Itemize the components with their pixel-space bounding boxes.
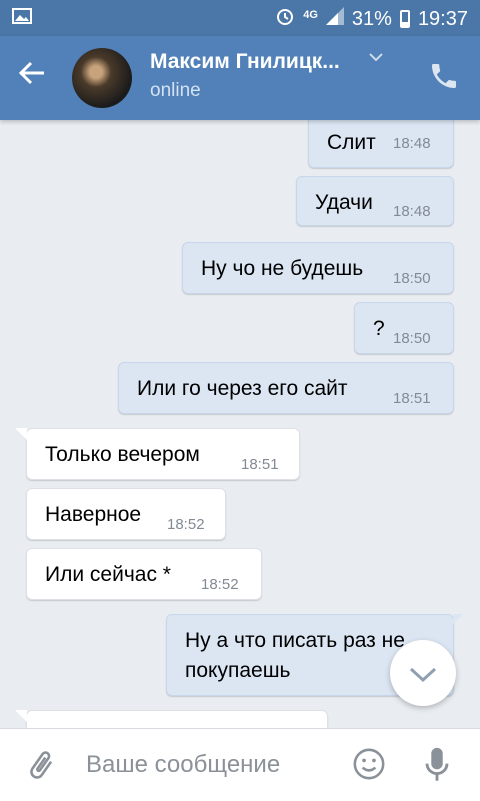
message-text-line2: покупаешь	[185, 659, 291, 682]
scroll-down-button[interactable]	[390, 640, 456, 706]
message-text: Слит	[327, 131, 376, 154]
smiley-icon[interactable]	[352, 747, 386, 781]
status-bar: 4G 31% 19:37	[0, 0, 480, 36]
message-text: Ну а что писать раз не	[185, 629, 405, 652]
paperclip-icon[interactable]	[24, 747, 58, 783]
message-time: 18:51	[393, 390, 431, 407]
battery-percent: 31%	[351, 7, 392, 30]
message-input[interactable]: Ваше сообщение	[86, 751, 280, 779]
message-outgoing[interactable]: Удачи 18:48	[296, 176, 454, 226]
microphone-icon[interactable]	[422, 745, 452, 785]
message-time: 18:48	[393, 135, 431, 152]
message-outgoing[interactable]: ? 18:50	[354, 302, 454, 354]
message-time: 18:48	[393, 203, 431, 220]
clock: 19:37	[417, 7, 468, 30]
message-text: Только вечером	[45, 443, 200, 466]
message-text: Наверное	[45, 503, 142, 526]
chat-header: Максим Гнилицк... online	[0, 36, 480, 120]
message-outgoing[interactable]: Ну чо не будешь 18:50	[182, 242, 454, 294]
message-incoming[interactable]: Только вечером 18:51	[15, 428, 300, 480]
message-incoming[interactable]: Или сейчас * 18:52	[26, 548, 262, 600]
network-type: 4G	[303, 9, 318, 21]
message-text: ?	[373, 317, 385, 340]
message-composer: Ваше сообщение	[0, 728, 480, 801]
avatar[interactable]	[72, 48, 132, 108]
message-list[interactable]: Слит 18:48 Удачи 18:48 Ну чо не будешь 1…	[0, 120, 480, 728]
message-outgoing[interactable]: Или го через его сайт 18:51	[118, 362, 454, 414]
message-time: 18:51	[241, 456, 279, 473]
message-time: 18:50	[393, 330, 431, 347]
message-text: Или го через его сайт	[137, 377, 348, 400]
message-time: 18:52	[167, 516, 205, 533]
message-text: Или сейчас *	[45, 563, 171, 586]
message-text: Ну чо не будешь	[201, 257, 364, 280]
message-time: 18:52	[201, 576, 239, 593]
message-incoming[interactable]	[15, 710, 328, 728]
chevron-down-icon	[409, 667, 437, 683]
contact-status: online	[150, 80, 201, 101]
message-outgoing[interactable]: Слит 18:48	[308, 120, 454, 168]
alarm-icon	[275, 6, 295, 32]
back-arrow-icon[interactable]	[18, 56, 46, 96]
battery-icon	[399, 10, 410, 28]
message-text: Удачи	[315, 191, 373, 214]
chevron-down-icon[interactable]	[368, 50, 384, 68]
phone-icon[interactable]	[428, 60, 460, 92]
signal-icon	[325, 7, 344, 31]
message-incoming[interactable]: Наверное 18:52	[26, 488, 226, 540]
gallery-notification-icon	[12, 7, 32, 31]
contact-name[interactable]: Максим Гнилицк...	[150, 50, 340, 74]
message-time: 18:50	[393, 270, 431, 287]
